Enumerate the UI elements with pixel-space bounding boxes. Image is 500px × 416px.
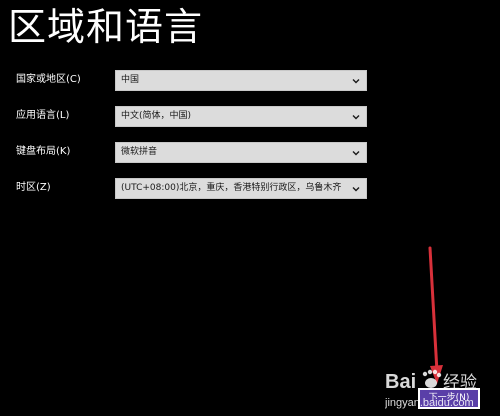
next-button[interactable]: 下一步(N) <box>418 388 480 409</box>
keyboard-layout-select[interactable]: 微软拼音 <box>115 142 367 163</box>
chevron-down-icon <box>352 79 360 84</box>
chevron-down-icon <box>352 151 360 156</box>
page-title: 区域和语言 <box>8 5 204 49</box>
time-zone-label: 时区(Z) <box>16 182 51 193</box>
time-zone-value: (UTC+08:00)北京，重庆，香港特别行政区，乌鲁木齐 <box>121 183 342 193</box>
watermark-brand: Bai <box>385 371 416 393</box>
country-region-value: 中国 <box>121 75 140 85</box>
baidu-paw-icon <box>422 369 442 388</box>
app-language-value: 中文(简体，中国) <box>121 111 192 121</box>
chevron-down-icon <box>352 115 360 120</box>
app-language-label: 应用语言(L) <box>16 110 70 121</box>
country-region-label: 国家或地区(C) <box>16 74 81 85</box>
country-region-select[interactable]: 中国 <box>115 70 367 91</box>
time-zone-select[interactable]: (UTC+08:00)北京，重庆，香港特别行政区，乌鲁木齐 <box>115 178 367 199</box>
red-arrow-annotation <box>428 246 443 384</box>
app-language-select[interactable]: 中文(简体，中国) <box>115 106 367 127</box>
keyboard-layout-label: 键盘布局(K) <box>16 146 71 157</box>
chevron-down-icon <box>352 187 360 192</box>
keyboard-layout-value: 微软拼音 <box>121 147 158 157</box>
